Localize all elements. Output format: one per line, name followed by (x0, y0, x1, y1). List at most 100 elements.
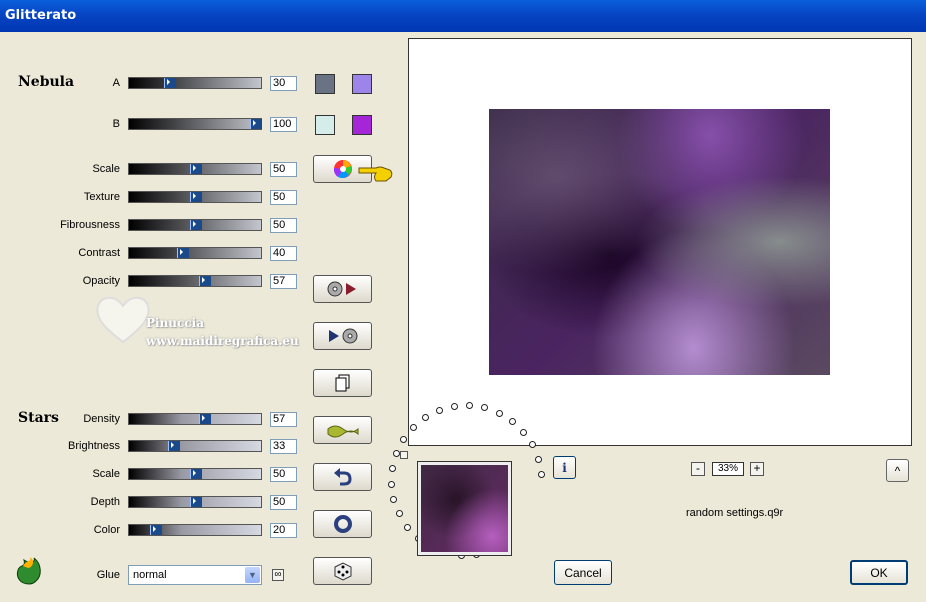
color-b-left-swatch[interactable] (315, 115, 335, 135)
stars-slider-track[interactable] (128, 524, 262, 536)
stars-slider-label: Color (93, 524, 120, 536)
play-disk-icon (328, 328, 357, 344)
stars-slider-label: Density (83, 413, 120, 425)
disk-play-icon (327, 281, 356, 297)
navigator-ring-dot[interactable] (392, 450, 400, 458)
nebula-slider-track[interactable] (128, 219, 262, 231)
navigator-ring-dot[interactable] (529, 441, 537, 449)
stars-slider-track[interactable] (128, 468, 262, 480)
stars-slider-thumb[interactable] (167, 441, 180, 451)
ok-button[interactable]: OK (850, 560, 908, 585)
navigator-ring-dot[interactable] (466, 402, 474, 410)
glue-select-value: normal (133, 569, 167, 581)
scroll-up-button[interactable]: ^ (886, 459, 909, 482)
navigator-ring-dot[interactable] (390, 495, 398, 503)
stars-slider-value-input[interactable]: 50 (270, 467, 297, 482)
wave-icon (327, 425, 358, 438)
color-a-right-swatch[interactable] (352, 74, 372, 94)
zoom-out-button[interactable]: - (691, 462, 705, 476)
stars-slider-track[interactable] (128, 496, 262, 508)
nebula-preview-image (489, 109, 830, 375)
stars-slider-track[interactable] (128, 440, 262, 452)
navigator-ring-dot[interactable] (537, 471, 545, 479)
stars-slider-thumb[interactable] (190, 469, 202, 479)
navigator-toggle[interactable] (400, 451, 408, 459)
nebula-slider-track[interactable] (128, 191, 262, 203)
nebula-slider-track[interactable] (128, 118, 262, 130)
nebula-slider-value-input[interactable]: 50 (270, 190, 297, 205)
navigator-ring-dot[interactable] (520, 428, 528, 436)
nebula-slider-label: Contrast (78, 247, 120, 259)
wave-button[interactable] (313, 416, 372, 444)
reset-button[interactable] (313, 510, 372, 538)
nebula-slider-track[interactable] (128, 275, 262, 287)
navigator-ring-dot[interactable] (409, 424, 417, 432)
stars-slider-thumb[interactable] (190, 497, 202, 507)
info-button[interactable]: i (553, 456, 576, 479)
navigator-ring-dot[interactable] (534, 455, 542, 463)
stars-slider-label: Brightness (68, 440, 120, 452)
nebula-slider-track[interactable] (128, 77, 262, 89)
navigator-ring-dot[interactable] (435, 407, 443, 415)
load-preset-button[interactable] (313, 322, 372, 350)
nebula-slider-value-input[interactable]: 100 (270, 117, 297, 132)
navigator-ring-dot[interactable] (450, 403, 458, 411)
navigator-ring-dot[interactable] (388, 465, 396, 473)
nebula-slider-track[interactable] (128, 247, 262, 259)
stars-slider-label: Depth (90, 496, 120, 508)
copy-button[interactable] (313, 369, 372, 397)
nebula-slider-label: B (112, 118, 120, 130)
nebula-slider-thumb[interactable] (176, 248, 189, 258)
nebula-slider-label: Scale (92, 163, 120, 175)
navigator-ring-dot[interactable] (509, 417, 517, 425)
navigator-ring-dot[interactable] (400, 436, 408, 444)
stars-slider-thumb[interactable] (150, 525, 163, 535)
title-bar: Glitterato (0, 0, 926, 32)
navigator-ring-dot[interactable] (395, 510, 403, 518)
zoom-in-button[interactable]: + (750, 462, 764, 476)
nebula-slider-value-input[interactable]: 57 (270, 274, 297, 289)
preview-pane[interactable] (408, 38, 912, 446)
stars-slider-value-input[interactable]: 50 (270, 495, 297, 510)
navigator-ring-dot[interactable] (404, 523, 412, 531)
nebula-slider-value-input[interactable]: 40 (270, 246, 297, 261)
nebula-slider-value-input[interactable]: 50 (270, 162, 297, 177)
color-wheel-icon (333, 160, 352, 179)
ring-icon (333, 515, 352, 533)
navigator-thumbnail[interactable] (417, 461, 512, 556)
stars-slider-thumb[interactable] (199, 414, 212, 424)
nebula-slider-label: Fibrousness (60, 219, 120, 231)
nebula-slider-thumb[interactable] (199, 276, 212, 286)
nebula-slider-thumb[interactable] (163, 78, 176, 88)
nebula-slider-track[interactable] (128, 163, 262, 175)
nebula-slider-value-input[interactable]: 30 (270, 76, 297, 91)
navigator-ring-dot[interactable] (495, 409, 503, 417)
link-icon[interactable]: ∞ (272, 569, 284, 581)
glue-select[interactable]: normal ▼ (128, 565, 262, 585)
navigator-ring-dot[interactable] (388, 480, 396, 488)
nebula-slider-thumb[interactable] (190, 164, 202, 174)
randomize-dice-button[interactable] (313, 557, 372, 585)
save-preset-button[interactable] (313, 275, 372, 303)
chevron-down-icon[interactable]: ▼ (245, 567, 260, 583)
color-b-right-swatch[interactable] (352, 115, 372, 135)
nebula-slider-label: Opacity (82, 275, 120, 287)
nebula-slider-thumb[interactable] (190, 192, 202, 202)
stars-slider-value-input[interactable]: 20 (270, 523, 297, 538)
dice-icon (334, 562, 351, 581)
settings-filename: random settings.q9r (686, 507, 784, 519)
undo-button[interactable] (313, 463, 372, 491)
pointing-hand-icon (358, 166, 393, 182)
nebula-slider-label: Texture (83, 191, 120, 203)
zoom-level: 33% (712, 462, 744, 476)
copy-pages-icon (335, 374, 349, 392)
nebula-slider-thumb[interactable] (190, 220, 202, 230)
nebula-slider-value-input[interactable]: 50 (270, 218, 297, 233)
stars-slider-value-input[interactable]: 57 (270, 412, 297, 427)
watermark-name: Pinuccia (146, 316, 204, 330)
nebula-slider-thumb[interactable] (250, 119, 262, 129)
stars-slider-value-input[interactable]: 33 (270, 439, 297, 454)
stars-slider-track[interactable] (128, 413, 262, 425)
cancel-button[interactable]: Cancel (554, 560, 612, 585)
color-a-left-swatch[interactable] (315, 74, 335, 94)
